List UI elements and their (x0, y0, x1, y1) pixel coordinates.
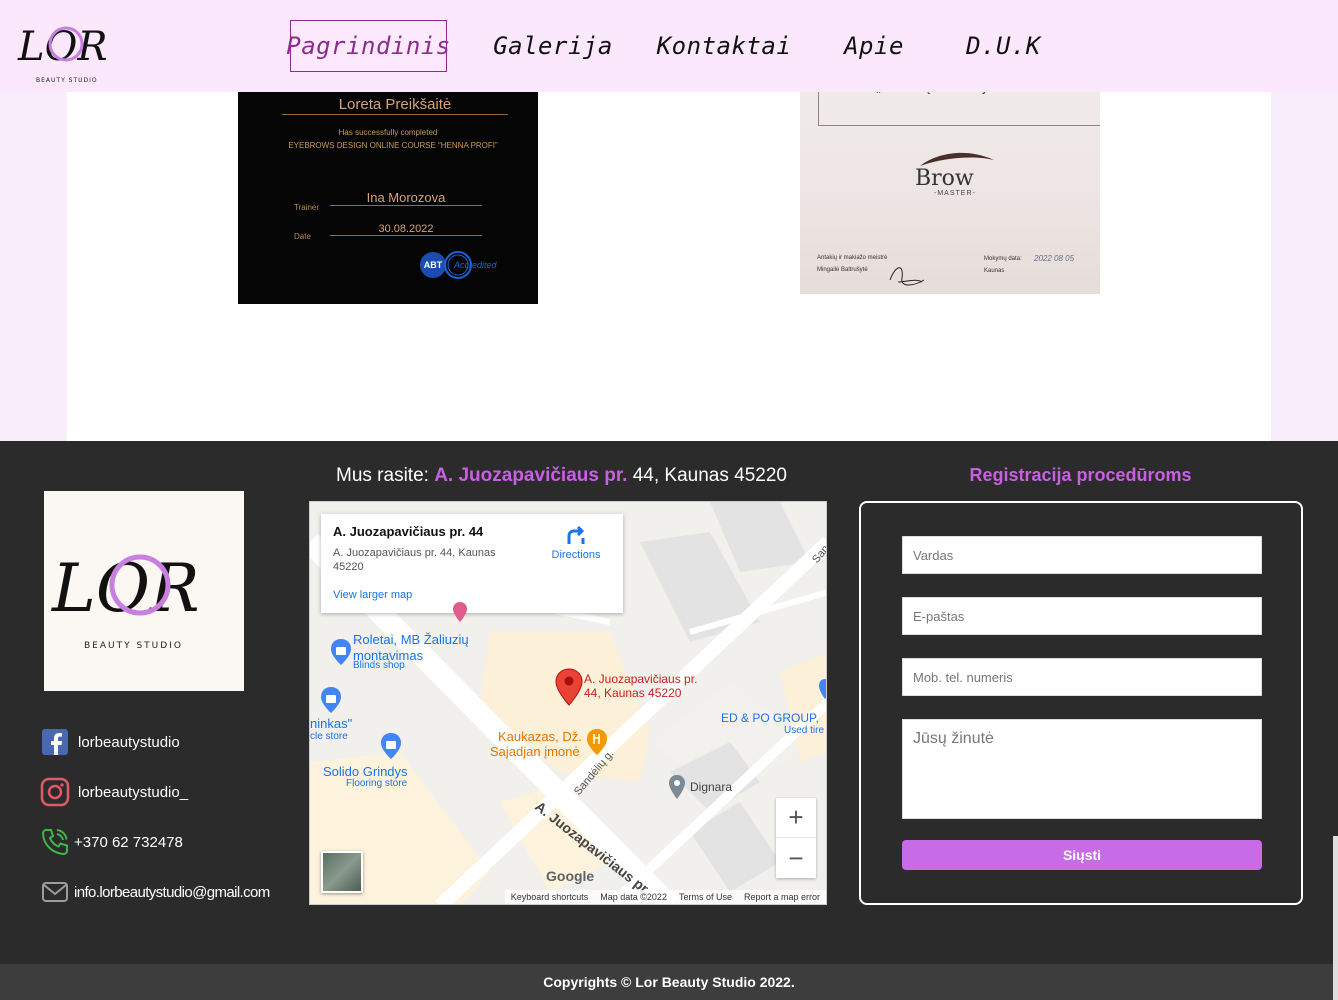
signature-icon (889, 267, 925, 286)
social-email[interactable]: info.lorbeautystudio@gmail.com (40, 877, 270, 907)
phone-icon (40, 827, 70, 857)
poi-solido-grindys[interactable]: Solido Grindys (323, 764, 408, 779)
site-footer: LOR BEAUTY STUDIO lorbeautystudio lorbea… (0, 441, 1338, 964)
certificate-trainer-label: Trainer (294, 203, 320, 212)
zoom-out-button[interactable]: − (776, 838, 816, 878)
phone-label: +370 62 732478 (74, 833, 183, 851)
social-facebook[interactable]: lorbeautystudio (40, 727, 180, 757)
poi-ed-po-group[interactable]: ED & PO GROUP, (721, 711, 819, 725)
brow-master-brand: Brow (915, 166, 974, 191)
facebook-label: lorbeautystudio (78, 733, 180, 751)
shopping-bag-icon[interactable] (320, 686, 342, 714)
lor-logo[interactable]: LOR BEAUTY STUDIO (14, 14, 138, 84)
nav-apie[interactable]: Apie (834, 20, 914, 72)
mail-icon (40, 877, 70, 907)
logo-subtext: BEAUTY STUDIO (36, 77, 98, 84)
nav-duk[interactable]: D.U.K (956, 20, 1051, 72)
poi-roletai[interactable]: Roletai, MB Žaliuzių (353, 632, 469, 647)
certificate-line-completed: Has successfully completed (338, 128, 438, 137)
page-scrollbar[interactable] (1333, 836, 1338, 1000)
submit-button[interactable]: Siųsti (902, 840, 1262, 870)
registration-title: Registracija procedūroms (969, 465, 1192, 485)
abt-accredited-logo: ABT Accredited (420, 251, 498, 279)
training-city: Kaunas (984, 268, 1005, 274)
message-field[interactable] (902, 719, 1262, 819)
gray-place-pin-icon[interactable] (668, 774, 686, 800)
footer-logo-subtext: BEAUTY STUDIO (84, 641, 183, 651)
poi-ed-po-type: Used tire (784, 725, 825, 736)
google-logo: Google (546, 868, 595, 884)
map-info-card: A. Juozapavičiaus pr. 44 A. Juozapavičia… (321, 514, 623, 613)
registration-form: Siųsti (859, 501, 1303, 905)
map-zoom-controls: + − (776, 798, 816, 878)
poi-ninkas-type: cle store (310, 731, 348, 742)
certificate-date-value: 30.08.2022 (330, 223, 482, 236)
map-card-address: A. Juozapavičiaus pr. 44, Kaunas 45220 (333, 547, 496, 573)
email-label: info.lorbeautystudio@gmail.com (74, 883, 270, 901)
view-larger-map-link[interactable]: View larger map (333, 589, 412, 601)
shopping-bag-icon[interactable] (380, 732, 402, 760)
social-phone[interactable]: +370 62 732478 (40, 827, 183, 857)
address-heading: Mus rasite: A. Juozapavičiaus pr. 44, Ka… (336, 465, 787, 487)
poi-kaukazas[interactable]: Kaukazas, Dž. (498, 729, 582, 744)
report-map-error-link[interactable]: Report a map error (744, 892, 820, 902)
copyright-bar: Copyrights © Lor Beauty Studio 2022. (0, 964, 1338, 1000)
email-field[interactable] (902, 597, 1262, 635)
map-attribution-bar: Keyboard shortcuts Map data ©2022 Terms … (504, 890, 826, 904)
google-map[interactable]: A. Juozapavičiaus pr. 44 A. Juozapavičia… (309, 501, 827, 905)
poi-roletai-type: Blinds shop (353, 660, 405, 671)
instagram-label: lorbeautystudio_ (78, 783, 189, 801)
directions-label: Directions (551, 549, 601, 561)
terms-of-use-link[interactable]: Terms of Use (679, 892, 732, 902)
site-header: LOR BEAUTY STUDIO Pagrindinis Galerija K… (0, 0, 1338, 92)
nav-pagrindinis[interactable]: Pagrindinis (286, 20, 450, 72)
certificate-course-name: EYEBROWS DESIGN ONLINE COURSE “HENNA PRO… (288, 141, 498, 150)
accredited-badge-text: Accredited (453, 260, 498, 270)
red-location-pin-icon[interactable] (555, 668, 583, 706)
certificate-brow-master[interactable]: „Antakių korekcija" Brow -MASTER- Antaki… (800, 60, 1100, 294)
address-prefix: Mus rasite: (336, 465, 435, 486)
poi-dignara[interactable]: Dignara (690, 780, 732, 794)
zoom-in-button[interactable]: + (776, 798, 816, 838)
certificate-name: Loreta Preikšaitė (282, 96, 508, 115)
copyright-text: Copyrights © Lor Beauty Studio 2022. (543, 974, 795, 990)
pink-marker-icon[interactable] (453, 602, 467, 622)
nav-kontaktai[interactable]: Kontaktai (652, 20, 796, 72)
phone-field[interactable] (902, 658, 1262, 696)
instagram-icon (40, 777, 70, 807)
teacher-name: Mingailė Baltrušytė (817, 267, 868, 273)
certificate-date-label: Date (294, 232, 311, 241)
facebook-icon (40, 727, 70, 757)
nav-galerija[interactable]: Galerija (492, 20, 614, 72)
poi-ninkas[interactable]: ninkas" (310, 716, 352, 731)
address-street: A. Juozapavičiaus pr. (434, 465, 628, 486)
footer-lor-logo: LOR BEAUTY STUDIO (51, 550, 200, 651)
marker-label-1: A. Juozapavičiaus pr. (584, 672, 698, 686)
marker-label-2: 44, Kaunas 45220 (584, 686, 682, 700)
satellite-toggle-button[interactable] (321, 851, 363, 893)
map-card-title: A. Juozapavičiaus pr. 44 (333, 524, 484, 539)
name-field[interactable] (902, 536, 1262, 574)
directions-button[interactable]: Directions (543, 524, 609, 561)
brow-master-sub: -MASTER- (934, 190, 976, 197)
map-data-text: Map data ©2022 (600, 892, 667, 902)
poi-solido-type: Flooring store (346, 778, 408, 789)
keyboard-shortcuts-link[interactable]: Keyboard shortcuts (511, 892, 589, 902)
social-instagram[interactable]: lorbeautystudio_ (40, 777, 188, 807)
training-date-label: Mokymų data: (984, 256, 1022, 262)
teacher-role: Antakių ir makiažo meistrė (817, 255, 888, 261)
shopping-bag-icon[interactable] (330, 638, 352, 666)
certificate-trainer-value: Ina Morozova (330, 190, 482, 206)
address-rest: 44, Kaunas 45220 (627, 465, 787, 486)
shopping-bag-icon[interactable] (818, 678, 827, 700)
directions-icon (567, 525, 585, 544)
poi-kaukazas-2: Sajadjan įmonė (490, 744, 580, 759)
training-date-value: 2022 08 05 (1034, 254, 1075, 263)
logo-text: LOR (17, 24, 107, 70)
footer-logo: LOR BEAUTY STUDIO (44, 491, 244, 691)
abt-badge-text: ABT (424, 260, 443, 270)
certificate-henna-profi[interactable]: Loreta Preikšaitė Has successfully compl… (238, 60, 538, 304)
